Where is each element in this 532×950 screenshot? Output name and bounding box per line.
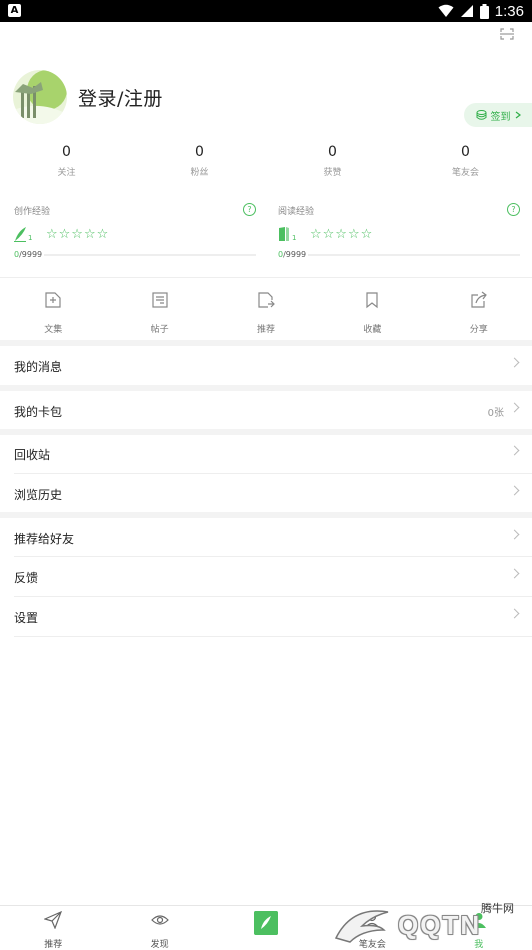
chevron-right-icon [515, 111, 521, 119]
watermark-text: QQTN [398, 910, 482, 940]
tab-recommend[interactable]: 推荐 [0, 906, 106, 950]
eye-icon [150, 915, 169, 925]
tab-label: 发现 [150, 940, 169, 950]
tool-favorites[interactable]: 收藏 [319, 289, 425, 335]
book-level-icon: 1 [279, 227, 296, 242]
login-register-link[interactable]: 登录/注册 [78, 84, 163, 111]
stats-row: 0 关注 0 粉丝 0 获赞 0 笔友会 [0, 143, 532, 178]
menu-label: 设置 [14, 611, 39, 625]
stat-value: 0 [461, 144, 470, 160]
chevron-right-icon [509, 608, 520, 619]
menu-feedback[interactable]: 反馈 [0, 557, 532, 595]
tool-posts[interactable]: 帖子 [106, 289, 212, 335]
writing-exp-value: 0/9999 [14, 250, 43, 259]
status-bar: A 1:36 [0, 0, 532, 22]
stat-value: 0 [328, 144, 337, 160]
feather-write-icon [253, 911, 278, 935]
post-icon [151, 292, 168, 308]
menu-my-card-pack[interactable]: 我的卡包 0张 [0, 391, 532, 429]
tool-label: 推荐 [256, 325, 275, 335]
menu-my-messages[interactable]: 我的消息 [0, 346, 532, 384]
menu-label: 反馈 [14, 571, 39, 585]
watermark-site: 腾牛网 [481, 902, 514, 915]
chevron-right-icon [509, 402, 520, 413]
share-icon [471, 291, 487, 308]
stat-likes[interactable]: 0 获赞 [266, 143, 399, 178]
tab-discover[interactable]: 发现 [106, 906, 212, 950]
help-icon[interactable]: ? [243, 203, 256, 216]
clock: 1:36 [494, 2, 524, 20]
tool-collection[interactable]: 文集 [0, 289, 106, 335]
menu-label: 浏览历史 [14, 488, 63, 502]
menu-label: 我的消息 [14, 360, 63, 374]
tab-write[interactable] [213, 906, 319, 947]
battery-icon [479, 3, 489, 19]
menu-browse-history[interactable]: 浏览历史 [0, 474, 532, 512]
writing-level: 1 [28, 234, 32, 242]
recommend-icon [258, 292, 275, 308]
stat-value: 0 [195, 144, 204, 160]
tool-label: 收藏 [363, 325, 382, 335]
stat-value: 0 [62, 144, 71, 160]
feather-level-icon: 1 [14, 227, 32, 242]
menu-recycle-bin[interactable]: 回收站 [0, 434, 532, 472]
menu-label: 我的卡包 [14, 405, 63, 419]
avatar[interactable] [13, 70, 67, 124]
tool-label: 分享 [469, 325, 488, 335]
stat-following[interactable]: 0 关注 [0, 143, 133, 178]
menu-recommend-friends[interactable]: 推荐给好友 [0, 518, 532, 556]
reading-exp-title: 阅读经验 [278, 207, 315, 217]
tool-label: 帖子 [150, 325, 169, 335]
writing-stars: ☆☆☆☆☆ [46, 226, 110, 242]
stat-label: 获赞 [323, 168, 342, 178]
watermark-logo-icon [334, 910, 389, 943]
send-icon [43, 910, 63, 930]
scan-icon[interactable] [500, 28, 514, 40]
reading-exp-value: 0/9999 [278, 250, 307, 259]
stat-label: 关注 [57, 168, 76, 178]
chevron-right-icon [509, 445, 520, 456]
writing-progress-bar [44, 254, 256, 256]
tool-recommend[interactable]: 推荐 [213, 289, 319, 335]
writing-experience: 创作经验 ? 1 ☆☆☆☆☆ 0/9999 [14, 203, 256, 259]
signin-label: 签到 [490, 111, 511, 123]
watermark: QQTN 腾牛网 [320, 898, 526, 946]
signal-icon [460, 5, 473, 17]
tool-share[interactable]: 分享 [426, 289, 532, 335]
tool-label: 文集 [44, 325, 63, 335]
chevron-right-icon [509, 485, 520, 496]
signin-button[interactable]: 签到 [464, 103, 532, 127]
reading-stars: ☆☆☆☆☆ [310, 226, 374, 242]
add-file-icon [45, 292, 61, 308]
reading-level: 1 [292, 234, 296, 242]
stat-label: 粉丝 [190, 168, 209, 178]
chevron-right-icon [509, 357, 520, 368]
coin-stack-icon [476, 110, 486, 120]
reading-experience: 阅读经验 ? 1 ☆☆☆☆☆ 0/9999 [278, 203, 520, 259]
stat-label: 笔友会 [451, 168, 479, 178]
divider [14, 636, 532, 637]
menu-settings[interactable]: 设置 [0, 597, 532, 635]
chevron-right-icon [509, 568, 520, 579]
reading-progress-bar [308, 254, 520, 256]
app-badge-icon: A [8, 4, 21, 17]
stat-followers[interactable]: 0 粉丝 [133, 143, 266, 178]
wifi-icon [438, 4, 454, 17]
menu-label: 推荐给好友 [14, 532, 75, 546]
bookmark-icon [366, 292, 378, 309]
divider [0, 277, 532, 278]
stat-pen-club[interactable]: 0 笔友会 [399, 143, 532, 178]
tab-label: 推荐 [44, 940, 63, 950]
card-count: 0张 [487, 408, 504, 419]
menu-label: 回收站 [14, 448, 51, 462]
writing-exp-title: 创作经验 [14, 207, 51, 217]
help-icon[interactable]: ? [507, 203, 520, 216]
tools-row: 文集 帖子 推荐 收藏 分享 [0, 289, 532, 335]
chevron-right-icon [509, 529, 520, 540]
